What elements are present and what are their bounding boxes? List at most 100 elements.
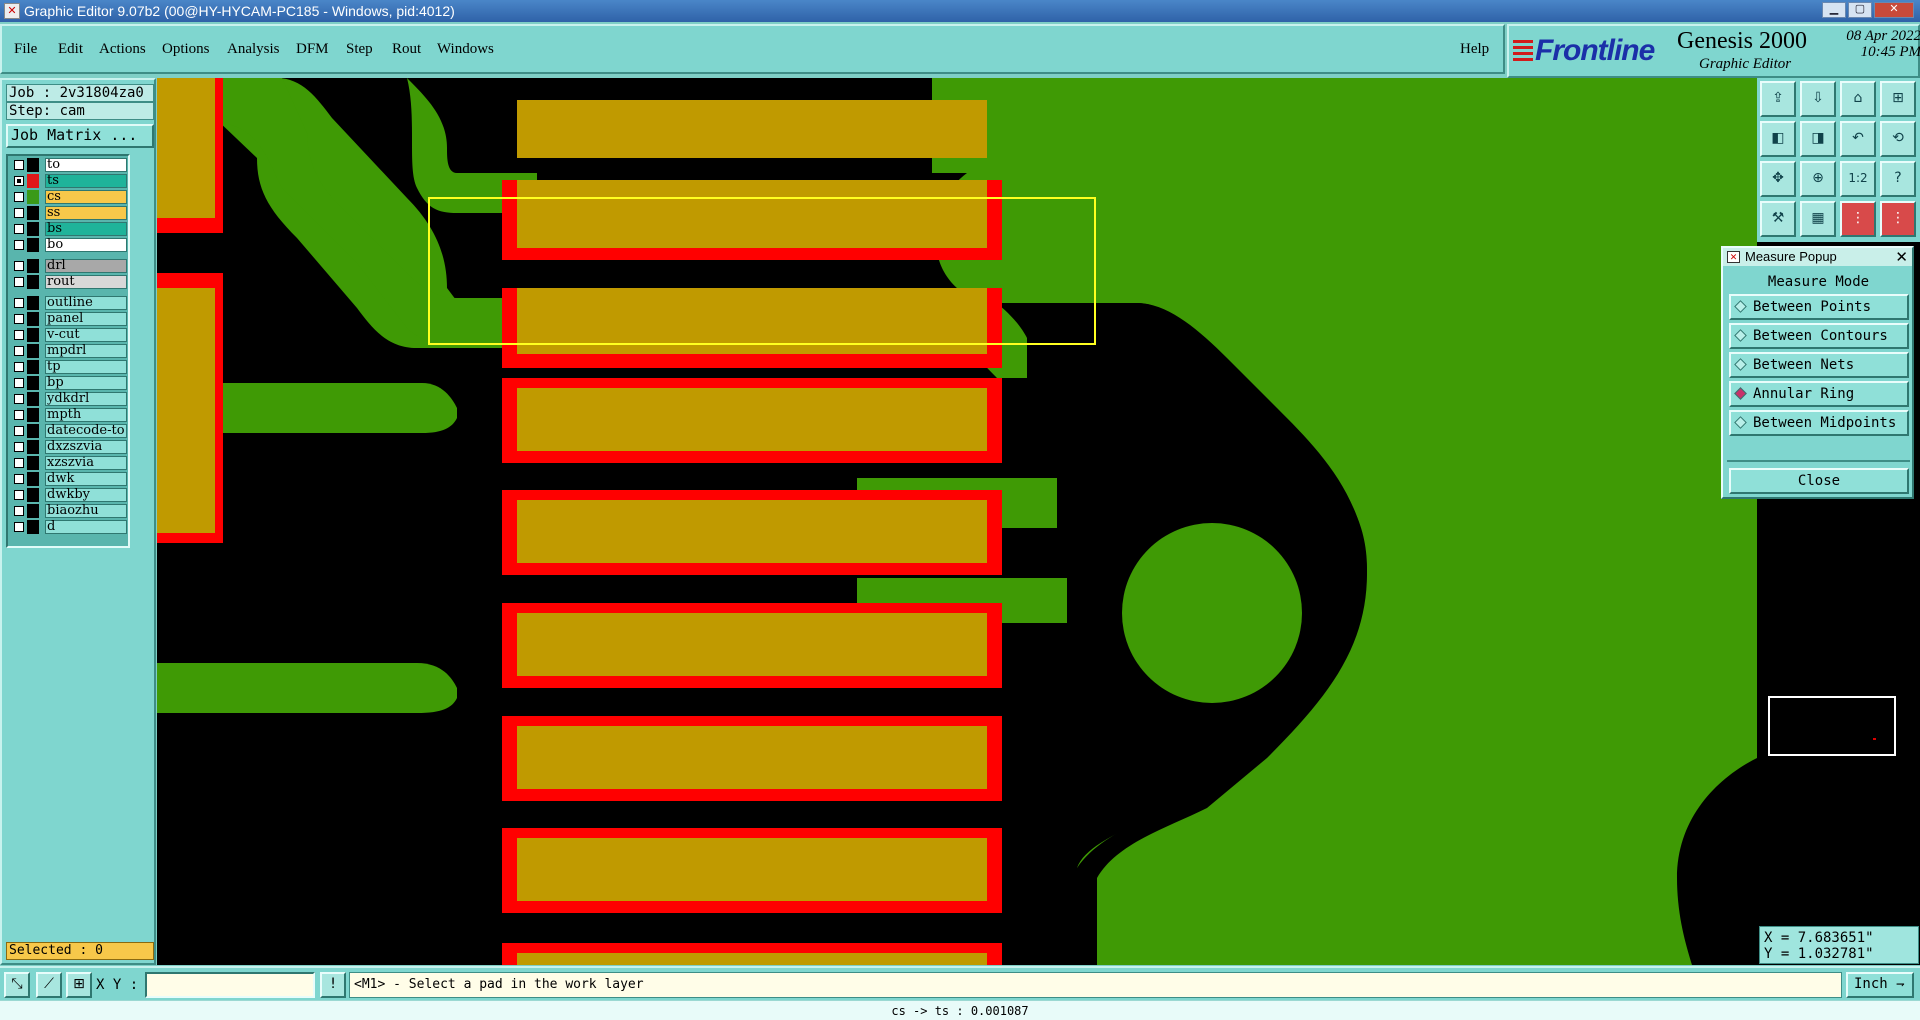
- menu-windows[interactable]: Windows: [437, 41, 494, 58]
- layer-checkbox[interactable]: [14, 261, 24, 271]
- layer-color-swatch[interactable]: [27, 275, 39, 289]
- maximize-icon[interactable]: ▢: [1848, 2, 1872, 18]
- menu-help[interactable]: Help: [1460, 41, 1489, 58]
- measure-icon[interactable]: ⚒: [1760, 201, 1796, 237]
- undo-icon[interactable]: ↶: [1840, 121, 1876, 157]
- overview-minimap[interactable]: [1768, 696, 1896, 756]
- layer-row-to[interactable]: to: [11, 158, 129, 172]
- layer-name[interactable]: d: [45, 520, 127, 534]
- layer-checkbox[interactable]: [14, 192, 24, 202]
- mode-between-midpoints[interactable]: Between Midpoints: [1729, 410, 1909, 436]
- help-icon[interactable]: ?: [1880, 161, 1916, 197]
- layer-row-cs[interactable]: cs: [11, 190, 129, 204]
- layer-row-panel[interactable]: panel: [11, 312, 129, 326]
- layer-row-bp[interactable]: bp: [11, 376, 129, 390]
- layer-checkbox[interactable]: [14, 240, 24, 250]
- layer-checkbox[interactable]: [14, 442, 24, 452]
- layer-checkbox[interactable]: [14, 314, 24, 324]
- layer-row-ts[interactable]: ts: [11, 174, 129, 188]
- layer-name[interactable]: dwk: [45, 472, 127, 486]
- layer-name[interactable]: outline: [45, 296, 127, 310]
- layer-color-swatch[interactable]: [27, 312, 39, 326]
- layer-row-drl[interactable]: drl: [11, 259, 129, 273]
- layer-name[interactable]: biaozhu: [45, 504, 127, 518]
- layer-row-dxzszvia[interactable]: dxzszvia: [11, 440, 129, 454]
- pan-left-icon[interactable]: ◧: [1760, 121, 1796, 157]
- layer-color-swatch[interactable]: [27, 344, 39, 358]
- ruler-icon[interactable]: ⟋: [36, 972, 62, 998]
- layer-color-swatch[interactable]: [27, 408, 39, 422]
- layer-checkbox[interactable]: [14, 394, 24, 404]
- layer-color-swatch[interactable]: [27, 190, 39, 204]
- layer-name[interactable]: ts: [45, 174, 127, 188]
- layer-row-dwk[interactable]: dwk: [11, 472, 129, 486]
- layer-name[interactable]: bo: [45, 238, 127, 252]
- xy-input[interactable]: [145, 972, 315, 998]
- layer-row-bs[interactable]: bs: [11, 222, 129, 236]
- layer-row-mpth[interactable]: mpth: [11, 408, 129, 422]
- layer-color-swatch[interactable]: [27, 520, 39, 534]
- layer-row-mpdrl[interactable]: mpdrl: [11, 344, 129, 358]
- layer-color-swatch[interactable]: [27, 456, 39, 470]
- zoom-home-icon[interactable]: ⊕: [1800, 161, 1836, 197]
- layer-name[interactable]: bs: [45, 222, 127, 236]
- layer-checkbox[interactable]: [14, 474, 24, 484]
- load-up-icon[interactable]: ⇪: [1760, 81, 1796, 117]
- pan-right-icon[interactable]: ◨: [1800, 121, 1836, 157]
- menu-edit[interactable]: Edit: [58, 41, 83, 58]
- layer-color-swatch[interactable]: [27, 472, 39, 486]
- layer-checkbox[interactable]: [14, 410, 24, 420]
- job-matrix-button[interactable]: Job Matrix ...: [6, 124, 154, 148]
- menu-step[interactable]: Step: [346, 41, 373, 58]
- layer-color-swatch[interactable]: [27, 440, 39, 454]
- layer-name[interactable]: xzszvia: [45, 456, 127, 470]
- layer-row-v-cut[interactable]: v-cut: [11, 328, 129, 342]
- layer-name[interactable]: v-cut: [45, 328, 127, 342]
- layer-row-biaozhu[interactable]: biaozhu: [11, 504, 129, 518]
- layer-checkbox[interactable]: [14, 160, 24, 170]
- layer-color-swatch[interactable]: [27, 424, 39, 438]
- layer-name[interactable]: rout: [45, 275, 127, 289]
- snap-grid-icon[interactable]: ⊞: [66, 972, 92, 998]
- snap-icon[interactable]: ⋮: [1840, 201, 1876, 237]
- mode-between-contours[interactable]: Between Contours: [1729, 323, 1909, 349]
- layer-row-tp[interactable]: tp: [11, 360, 129, 374]
- layer-name[interactable]: tp: [45, 360, 127, 374]
- menu-actions[interactable]: Actions: [99, 41, 146, 58]
- home-icon[interactable]: ⌂: [1840, 81, 1876, 117]
- layer-name[interactable]: dwkby: [45, 488, 127, 502]
- layer-row-d[interactable]: d: [11, 520, 129, 534]
- alert-icon[interactable]: !: [320, 972, 346, 998]
- layer-name[interactable]: cs: [45, 190, 127, 204]
- layer-color-swatch[interactable]: [27, 222, 39, 236]
- layer-row-datecode-to[interactable]: datecode-to: [11, 424, 129, 438]
- layer-checkbox[interactable]: [14, 490, 24, 500]
- popup-close-icon[interactable]: ✕: [1895, 248, 1908, 266]
- layer-color-swatch[interactable]: [27, 392, 39, 406]
- measure-close-button[interactable]: Close: [1729, 468, 1909, 494]
- step-icon[interactable]: ⟲: [1880, 121, 1916, 157]
- menu-file[interactable]: File: [14, 41, 37, 58]
- layer-row-ss[interactable]: ss: [11, 206, 129, 220]
- menu-options[interactable]: Options: [162, 41, 210, 58]
- layer-checkbox[interactable]: [14, 426, 24, 436]
- layer-color-swatch[interactable]: [27, 158, 39, 172]
- layer-name[interactable]: dxzszvia: [45, 440, 127, 454]
- menu-analysis[interactable]: Analysis: [227, 41, 280, 58]
- layer-row-bo[interactable]: bo: [11, 238, 129, 252]
- layer-checkbox[interactable]: [14, 298, 24, 308]
- layer-name[interactable]: datecode-to: [45, 424, 127, 438]
- layer-name[interactable]: bp: [45, 376, 127, 390]
- layer-color-swatch[interactable]: [27, 238, 39, 252]
- zoom-area-icon[interactable]: ⤡: [4, 972, 30, 998]
- close-window-icon[interactable]: ✕: [1874, 2, 1914, 18]
- layer-checkbox[interactable]: [14, 224, 24, 234]
- layer-checkbox[interactable]: [14, 208, 24, 218]
- layout-icon[interactable]: ⊞: [1880, 81, 1916, 117]
- layer-name[interactable]: ydkdrl: [45, 392, 127, 406]
- menu-dfm[interactable]: DFM: [296, 41, 329, 58]
- layer-name[interactable]: ss: [45, 206, 127, 220]
- layer-name[interactable]: to: [45, 158, 127, 172]
- layer-checkbox[interactable]: [14, 330, 24, 340]
- layer-name[interactable]: mpth: [45, 408, 127, 422]
